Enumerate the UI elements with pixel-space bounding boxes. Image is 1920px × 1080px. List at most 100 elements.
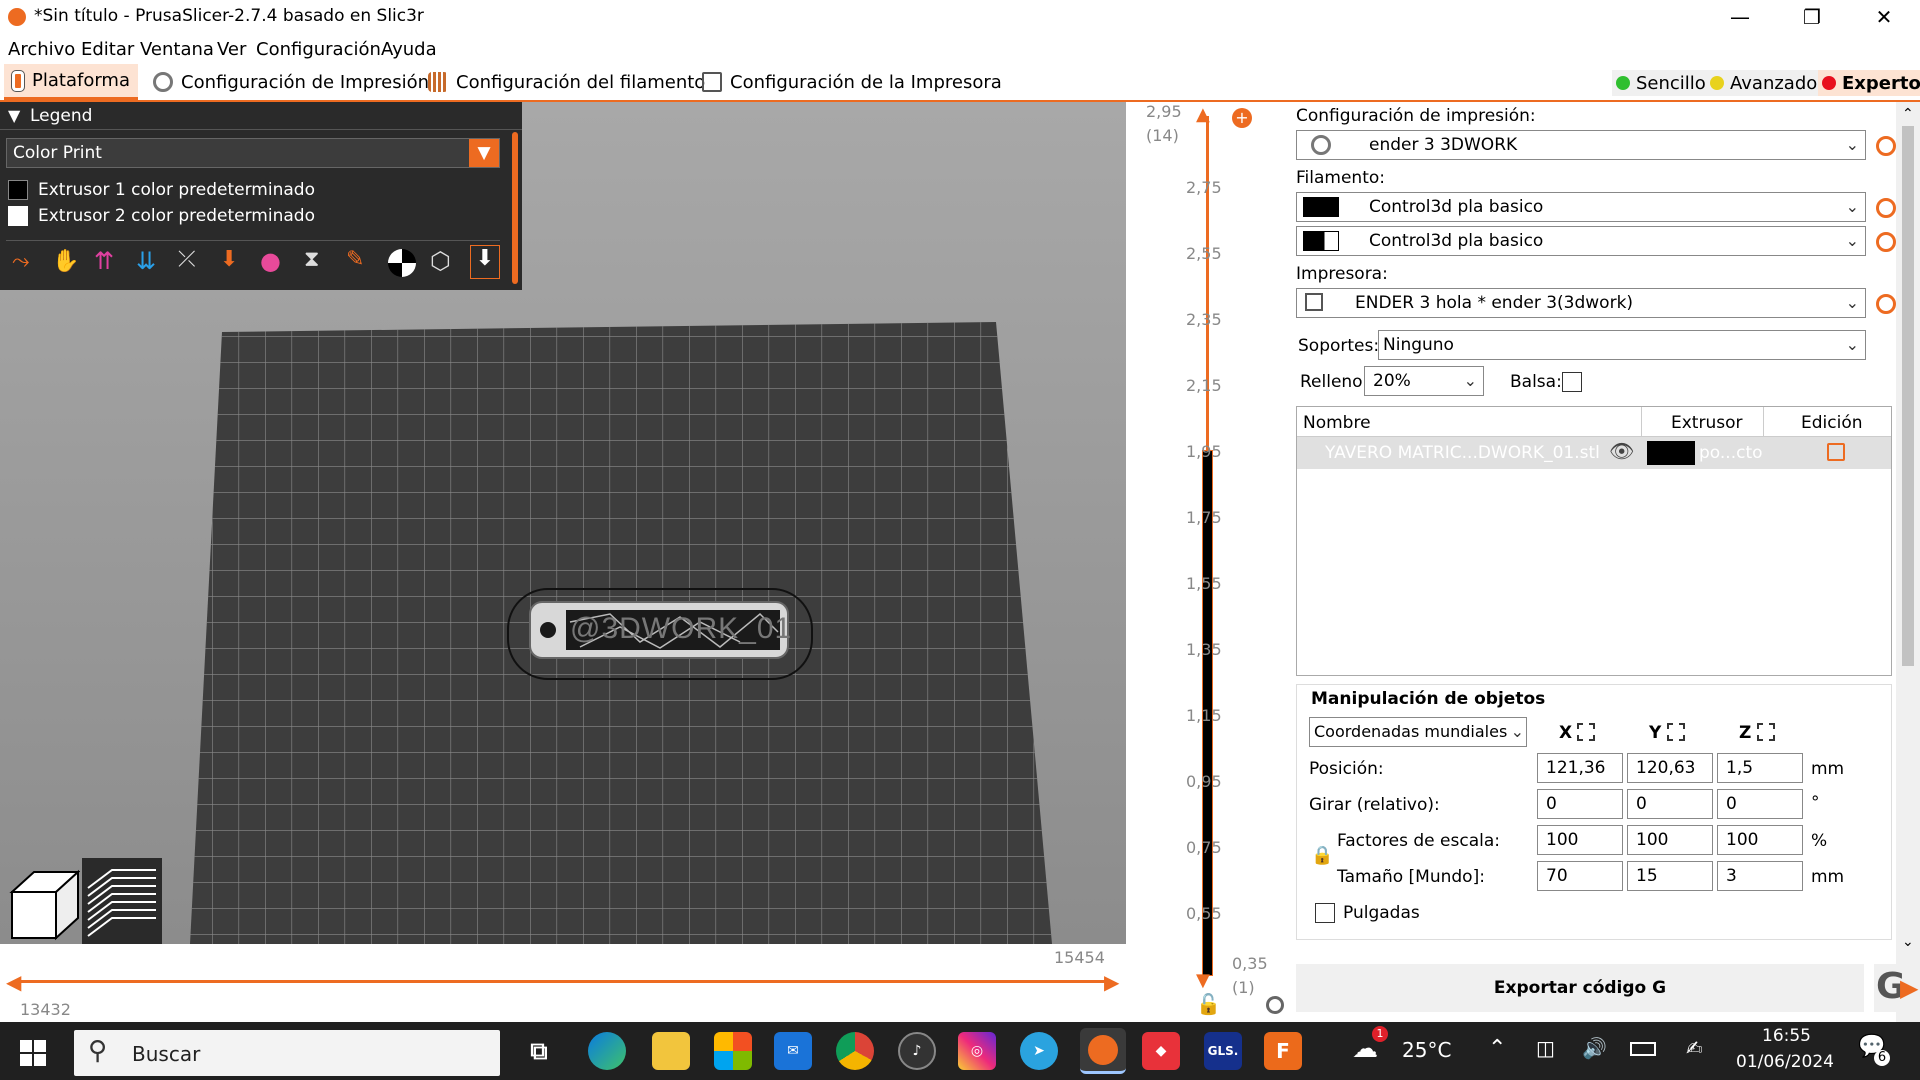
edit-settings-icon[interactable] — [1827, 443, 1845, 461]
legend-scrollbar[interactable] — [512, 132, 518, 284]
music-app-icon[interactable]: ♪ — [898, 1032, 936, 1070]
legend-header[interactable]: ▼ Legend — [0, 102, 522, 130]
bottom-thumb-icon[interactable]: ▼ — [1196, 970, 1210, 991]
color-changes-icon[interactable]: ● — [260, 247, 290, 277]
size-z-input[interactable]: 3 — [1717, 861, 1803, 891]
pause-prints-icon[interactable]: ⧗ — [304, 247, 334, 277]
menu-ayuda[interactable]: Ayuda — [381, 39, 437, 60]
supports-select[interactable]: Ninguno ⌄ — [1378, 330, 1866, 360]
edge-icon[interactable] — [588, 1032, 626, 1070]
horizontal-slider[interactable]: 15454 ◀ ▶ 13432 ↻ — [0, 944, 1148, 1022]
rotate-z-input[interactable]: 0 — [1717, 789, 1803, 819]
export-gcode-button[interactable]: Exportar código G — [1296, 964, 1864, 1012]
col-name[interactable]: Nombre — [1303, 413, 1371, 433]
add-color-change-icon[interactable]: + — [1232, 108, 1252, 128]
battery-icon[interactable] — [1630, 1042, 1656, 1056]
drop-to-bed-icon[interactable] — [1757, 723, 1775, 741]
menu-ver[interactable]: Ver — [217, 39, 246, 60]
seams-icon[interactable]: ⤫ — [178, 247, 208, 277]
vertical-slider[interactable]: 2,95 (14) ▲ + ▼ 2,75 2,55 2,35 2,15 1,95… — [1126, 102, 1296, 1022]
drop-to-bed-icon[interactable] — [1577, 723, 1595, 741]
size-y-input[interactable]: 15 — [1627, 861, 1713, 891]
mode-simple[interactable]: Sencillo — [1612, 70, 1710, 96]
center-of-gravity-icon[interactable] — [388, 249, 416, 277]
instagram-icon[interactable]: ◎ — [958, 1032, 996, 1070]
show-hidden-icons-icon[interactable]: ⌃ — [1488, 1036, 1506, 1061]
telegram-icon[interactable]: ➤ — [1020, 1032, 1058, 1070]
tab-plataforma[interactable]: Plataforma — [4, 64, 138, 100]
menu-ventana[interactable]: Ventana — [140, 39, 214, 60]
gls-icon[interactable]: GLS. — [1204, 1032, 1242, 1070]
weather-temp[interactable]: 25°C — [1402, 1038, 1451, 1062]
menu-archivo[interactable]: Archivo — [8, 39, 75, 60]
view-type-select[interactable]: Color Print ▼ — [6, 138, 500, 168]
start-button[interactable] — [20, 1040, 46, 1066]
position-y-input[interactable]: 120,63 — [1627, 753, 1713, 783]
view-preview-button[interactable] — [82, 858, 162, 944]
send-gcode-button[interactable]: G ▶ — [1874, 964, 1920, 1012]
scale-y-input[interactable]: 100 — [1627, 825, 1713, 855]
minimize-button[interactable]: — — [1710, 0, 1770, 34]
col-edit[interactable]: Edición — [1801, 413, 1863, 433]
travel-icon[interactable]: ⤳ — [12, 249, 42, 279]
printer-profile-select[interactable]: ENDER 3 hola * ender 3(3dwork) ⌄ — [1296, 288, 1866, 318]
brim-checkbox[interactable] — [1562, 372, 1582, 392]
meet-icon[interactable]: ◫ — [1536, 1036, 1555, 1060]
microsoft-store-icon[interactable] — [714, 1032, 752, 1070]
maximize-button[interactable]: ❐ — [1782, 0, 1842, 34]
wipe-icon[interactable]: ✋ — [52, 249, 82, 279]
panel-scrollbar[interactable]: ⌃ ⌄ — [1896, 102, 1920, 1022]
position-x-input[interactable]: 121,36 — [1537, 753, 1623, 783]
tool-changes-icon[interactable]: ⬇ — [220, 247, 250, 277]
print-profile-select[interactable]: ender 3 3DWORK ⌄ — [1296, 130, 1866, 160]
settings-cog-icon[interactable] — [1266, 996, 1284, 1014]
infill-select[interactable]: 20% ⌄ — [1364, 366, 1484, 396]
clock-date[interactable]: 01/06/2024 — [1736, 1052, 1834, 1072]
edit-preset-icon[interactable] — [1876, 232, 1896, 252]
tab-print-settings[interactable]: Configuración de Impresión — [145, 64, 437, 100]
rotate-x-input[interactable]: 0 — [1537, 789, 1623, 819]
scale-lock-icon[interactable]: 🔒 — [1311, 845, 1333, 866]
scroll-down-icon[interactable]: ⌄ — [1902, 934, 1914, 950]
shells-icon[interactable]: ⬡ — [430, 247, 460, 277]
top-thumb-icon[interactable]: ▲ — [1196, 104, 1210, 125]
custom-gcodes-icon[interactable]: ✎ — [346, 247, 376, 277]
anydesk-icon[interactable]: ◆ — [1142, 1032, 1180, 1070]
tab-filament-settings[interactable]: Configuración del filamento — [420, 64, 713, 100]
deretractions-icon[interactable]: ⇊ — [136, 247, 166, 277]
filament-2-select[interactable]: Control3d pla basico ⌄ — [1296, 226, 1866, 256]
inches-checkbox[interactable] — [1315, 903, 1335, 923]
tab-printer-settings[interactable]: Configuración de la Impresora — [694, 64, 1010, 100]
eye-icon[interactable]: 👁 — [1609, 439, 1634, 463]
menu-editar[interactable]: Editar — [81, 39, 134, 60]
edit-preset-icon[interactable] — [1876, 136, 1896, 156]
prusaslicer-taskbar-icon[interactable] — [1080, 1028, 1126, 1074]
rotate-y-input[interactable]: 0 — [1627, 789, 1713, 819]
right-thumb-icon[interactable]: ▶ — [1104, 970, 1119, 994]
lock-icon[interactable]: 🔓 — [1196, 992, 1221, 1016]
table-row[interactable]: YAVERO MATRIC...DWORK_01.stl 👁 po...cto — [1297, 437, 1891, 469]
scale-z-input[interactable]: 100 — [1717, 825, 1803, 855]
fus-app-icon[interactable]: F — [1264, 1032, 1302, 1070]
scroll-up-icon[interactable]: ⌃ — [1902, 106, 1914, 122]
clock-time[interactable]: 16:55 — [1762, 1026, 1811, 1046]
retractions-icon[interactable]: ⇈ — [94, 247, 124, 277]
drop-to-bed-icon[interactable] — [1667, 723, 1685, 741]
scroll-thumb[interactable] — [1902, 126, 1914, 666]
file-explorer-icon[interactable] — [652, 1032, 690, 1070]
edit-preset-icon[interactable] — [1876, 198, 1896, 218]
tool-marker-icon[interactable]: ⬇ — [470, 245, 500, 279]
slider-track[interactable] — [14, 980, 1112, 983]
position-z-input[interactable]: 1,5 — [1717, 753, 1803, 783]
taskbar-search[interactable]: ⚲ Buscar — [74, 1030, 500, 1076]
object-list[interactable]: Nombre Extrusor Edición YAVERO MATRIC...… — [1296, 406, 1892, 676]
task-view-icon[interactable]: ⧉ — [520, 1032, 558, 1070]
menu-configuracion[interactable]: Configuración — [256, 39, 381, 60]
close-button[interactable]: ✕ — [1854, 0, 1914, 34]
size-x-input[interactable]: 70 — [1537, 861, 1623, 891]
col-extruder[interactable]: Extrusor — [1671, 413, 1742, 433]
mode-expert[interactable]: Experto — [1818, 70, 1920, 96]
scale-x-input[interactable]: 100 — [1537, 825, 1623, 855]
mail-icon[interactable]: ✉ — [774, 1032, 812, 1070]
mode-advanced[interactable]: Avanzado — [1706, 70, 1822, 96]
